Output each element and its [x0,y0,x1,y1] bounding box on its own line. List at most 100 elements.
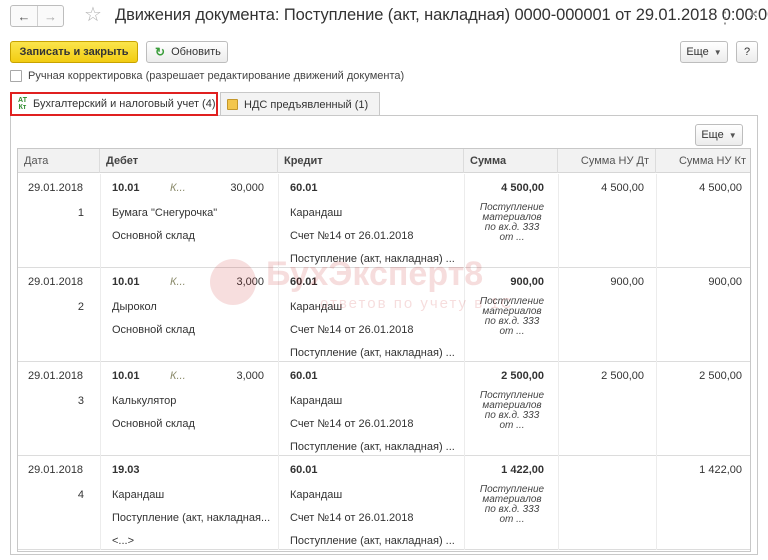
column-credit[interactable]: Кредит [278,149,464,173]
row-date: 29.01.2018 [28,370,84,382]
row-date: 29.01.2018 [28,276,84,288]
table-row[interactable]: 29.01.2018 3 10.01 К... 3,000 Калькулятор Осно… [18,362,750,456]
tabs-bar: АТ Кт Бухгалтерский и налоговый учет (4)… [10,92,758,116]
debit-subconto-k: К... [170,276,186,288]
debit-subconto-1: Калькулятор [112,395,177,407]
debit-subconto-3: <...> [112,535,135,547]
more-button[interactable]: Еще ▼ [680,41,728,63]
credit-subconto-2: Счет №14 от 26.01.2018 [290,418,414,430]
navigation-group: ← → [10,5,64,27]
credit-subconto-2: Счет №14 от 26.01.2018 [290,512,414,524]
debit-subconto-1: Карандаш [112,489,165,501]
credit-subconto-1: Карандаш [290,489,343,501]
chevron-down-icon: ▼ [728,130,737,140]
debit-account: 10.01 [112,370,140,382]
column-divider [278,362,279,456]
sum-comment-line: от ... [499,232,525,243]
column-debit[interactable]: Дебет [100,149,278,173]
debit-account: 10.01 [112,276,140,288]
row-sum-comment: Поступление материалов по вх.д. 333 от ... [470,485,554,525]
row-date: 29.01.2018 [28,464,84,476]
column-sum[interactable]: Сумма [464,149,558,173]
debit-account: 10.01 [112,182,140,194]
credit-subconto-3: Поступление (акт, накладная) ... [290,347,455,359]
column-sum-nu-dt[interactable]: Сумма НУ Дт [558,149,656,173]
accounting-entries-icon: АТ Кт [18,97,27,111]
tab-accounting[interactable]: АТ Кт Бухгалтерский и налоговый учет (4) [10,92,218,116]
credit-account: 60.01 [290,464,318,476]
credit-account: 60.01 [290,370,318,382]
row-number: 1 [77,207,84,219]
column-date[interactable]: Дата [18,149,100,173]
debit-subconto-1: Дырокол [112,301,157,313]
favorite-star-icon[interactable]: ☆ [84,4,102,26]
row-sum-comment: Поступление материалов по вх.д. 333 от ... [470,297,554,337]
row-sum-nu-dt: 900,00 [610,276,644,288]
row-sum: 4 500,00 [501,182,544,194]
sum-comment-line: от ... [499,420,525,431]
more-button-label: Еще [686,46,709,58]
column-divider [278,456,279,550]
manual-edit-row: Ручная корректировка (разрешает редактир… [10,70,404,82]
table-row[interactable]: 29.01.2018 2 10.01 К... 3,000 Дырокол Основной… [18,268,750,362]
toolbar: Записать и закрыть ↻ Обновить Еще ▼ ? [0,40,768,64]
table-row[interactable]: 29.01.2018 4 19.03 Карандаш Поступление (акт… [18,456,750,550]
help-button[interactable]: ? [736,41,758,63]
credit-subconto-2: Счет №14 от 26.01.2018 [290,230,414,242]
row-sum: 1 422,00 [501,464,544,476]
back-arrow-icon[interactable]: ← [11,6,37,26]
debit-subconto-2: Основной склад [112,418,195,430]
row-sum-comment: Поступление материалов по вх.д. 333 от ... [470,203,554,243]
column-divider [100,456,101,550]
column-divider [100,174,101,268]
row-sum-nu-kt: 4 500,00 [699,182,742,194]
refresh-button[interactable]: ↻ Обновить [146,41,228,63]
manual-edit-label[interactable]: Ручная корректировка (разрешает редактир… [28,70,404,82]
credit-account: 60.01 [290,182,318,194]
vat-register-icon [227,99,238,110]
column-divider [278,174,279,268]
save-and-close-button[interactable]: Записать и закрыть [10,41,138,63]
table-more-button[interactable]: Еще ▼ [695,124,743,146]
entries-table[interactable]: Дата Дебет Кредит Сумма Сумма НУ Дт Сумм… [17,148,751,552]
row-number: 4 [77,489,84,501]
debit-quantity: 30,000 [230,182,264,194]
row-sum: 900,00 [510,276,544,288]
debit-subconto-2: Основной склад [112,230,195,242]
credit-account: 60.01 [290,276,318,288]
credit-subconto-3: Поступление (акт, накладная) ... [290,253,455,265]
row-sum-comment: Поступление материалов по вх.д. 333 от ... [470,391,554,431]
forward-arrow-icon[interactable]: → [37,6,63,26]
table-row[interactable]: 29.01.2018 1 10.01 К... 30,000 Бумага "Снегур… [18,174,750,268]
column-divider [100,362,101,456]
column-sum-nu-kt[interactable]: Сумма НУ Кт [656,149,750,173]
more-actions-icon[interactable]: ⋮ [717,8,734,28]
close-icon[interactable]: × [749,6,758,24]
sum-comment-line: от ... [499,514,525,525]
credit-subconto-3: Поступление (акт, накладная) ... [290,535,455,547]
row-sum: 2 500,00 [501,370,544,382]
sum-comment-line: от ... [499,326,525,337]
debit-subconto-k: К... [170,370,186,382]
icon-text-top: АТ [18,97,27,104]
credit-subconto-3: Поступление (акт, накладная) ... [290,441,455,453]
debit-subconto-1: Бумага "Снегурочка" [112,207,218,219]
credit-subconto-1: Карандаш [290,395,343,407]
tab-vat[interactable]: НДС предъявленный (1) [220,92,380,116]
row-date: 29.01.2018 [28,182,84,194]
page-title: Движения документа: Поступление (акт, на… [115,6,768,24]
column-divider [100,268,101,362]
refresh-button-label: Обновить [171,46,221,58]
tab-accounting-label: Бухгалтерский и налоговый учет (4) [32,98,216,110]
row-sum-nu-kt: 2 500,00 [699,370,742,382]
debit-quantity: 3,000 [236,276,264,288]
title-bar: ← → ☆ Движения документа: Поступление (а… [0,0,768,34]
row-sum-nu-dt: 2 500,00 [601,370,644,382]
debit-quantity: 3,000 [236,370,264,382]
debit-account: 19.03 [112,464,140,476]
row-sum-nu-dt: 4 500,00 [601,182,644,194]
icon-text-bottom: Кт [18,104,27,111]
manual-edit-checkbox[interactable] [10,70,22,82]
table-header: Дата Дебет Кредит Сумма Сумма НУ Дт Сумм… [18,149,750,173]
column-divider [558,456,559,550]
